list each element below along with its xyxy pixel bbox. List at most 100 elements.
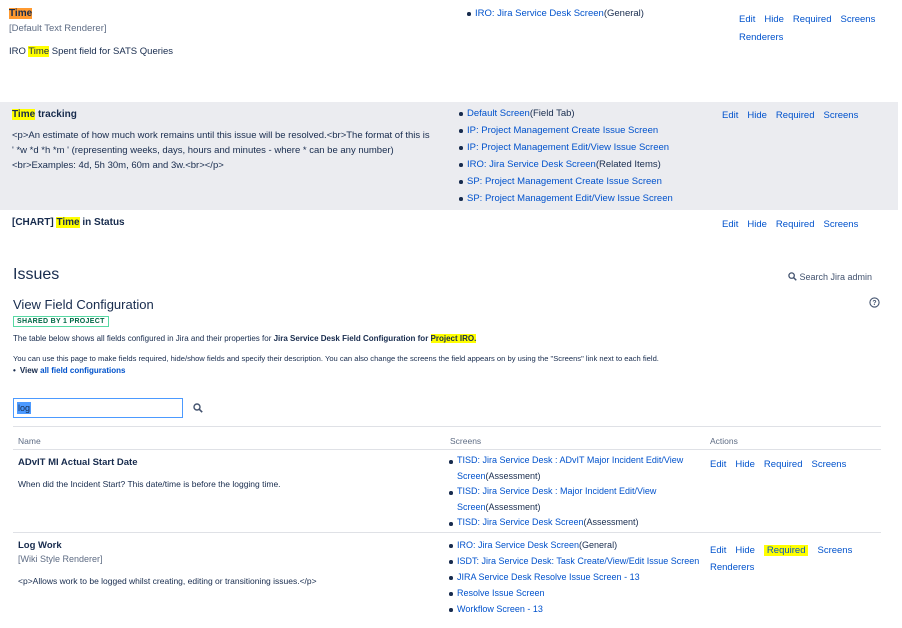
field-renderer: [Default Text Renderer] [9, 23, 107, 34]
screen-item: Default Screen(Field Tab) [458, 105, 673, 122]
search-highlight: Time [9, 8, 33, 19]
screen-item: TISD: Jira Service Desk : Major Incident… [448, 484, 683, 500]
help-icon[interactable]: ? [869, 297, 880, 311]
screen-link[interactable]: Workflow Screen - 13 [457, 604, 543, 614]
screens-link[interactable]: Screens [840, 14, 875, 25]
search-highlight: Project IRO. [430, 334, 477, 343]
screen-item-continued: Screen(Assessment) [457, 501, 541, 512]
screen-link[interactable]: IP: Project Management Edit/View Issue S… [467, 142, 669, 153]
config-help-text: You can use this page to make fields req… [13, 354, 659, 363]
screen-item: SP: Project Management Edit/View Issue S… [458, 190, 673, 207]
renderers-link[interactable]: Renderers [710, 562, 754, 573]
screen-link[interactable]: Screen [457, 502, 486, 512]
screens-link[interactable]: Screens [817, 545, 852, 556]
screen-item: TISD: Jira Service Desk : ADvIT Major In… [448, 453, 683, 469]
row-actions: Edit Hide Required Screens Renderers [739, 11, 899, 47]
field-row-time-in-status: [CHART] Time in Status Edit Hide Required S… [0, 212, 902, 242]
column-header-actions: Actions [710, 436, 738, 446]
svg-text:?: ? [872, 300, 876, 307]
search-admin-link[interactable]: Search Jira admin [788, 272, 872, 282]
edit-link[interactable]: Edit [722, 110, 738, 121]
search-icon[interactable] [193, 403, 203, 416]
row-actions: Edit Hide Required Screens [722, 219, 867, 230]
edit-link[interactable]: Edit [739, 14, 755, 25]
edit-link[interactable]: Edit [722, 219, 738, 230]
screen-link[interactable]: TISD: Jira Service Desk Screen [457, 517, 584, 527]
table-row: ADvIT MI Actual Start Date When did the … [13, 450, 881, 532]
search-highlight: Time [56, 217, 80, 228]
screens-link[interactable]: Screens [823, 110, 858, 121]
screens-list: Default Screen(Field Tab) IP: Project Ma… [458, 105, 673, 207]
screen-link[interactable]: IRO: Jira Service Desk Screen [467, 159, 596, 170]
renderers-link[interactable]: Renderers [739, 32, 783, 43]
screen-link[interactable]: SP: Project Management Edit/View Issue S… [467, 193, 673, 204]
screen-item: IRO: Jira Service Desk Screen(Related It… [458, 156, 673, 173]
screen-item: JIRA Service Desk Resolve Issue Screen -… [448, 569, 699, 585]
field-description: IRO Time Spent field for SATS Queries [9, 46, 174, 57]
row-actions: Edit Hide Required Screens Renderers [710, 542, 885, 576]
column-header-name: Name [18, 436, 41, 446]
row-actions: Edit Hide Required Screens [710, 459, 855, 470]
screens-list: IRO: Jira Service Desk Screen(General) [466, 5, 644, 22]
required-link[interactable]: Required [763, 545, 809, 556]
screens-list: IRO: Jira Service Desk Screen(General) I… [448, 537, 699, 617]
screens-link[interactable]: Screens [811, 459, 846, 470]
screen-link[interactable]: TISD: Jira Service Desk : ADvIT Major In… [457, 455, 683, 465]
all-field-configurations-link[interactable]: all field configurations [40, 366, 125, 375]
field-description: <p>An estimate of how much work remains … [12, 130, 430, 171]
screen-link[interactable]: IRO: Jira Service Desk Screen [457, 540, 579, 550]
field-name: Time tracking [12, 109, 77, 120]
field-name: ADvIT MI Actual Start Date [18, 457, 138, 468]
edit-link[interactable]: Edit [710, 545, 726, 556]
screen-link[interactable]: Resolve Issue Screen [457, 588, 545, 598]
field-filter-input[interactable]: log [13, 398, 183, 418]
screen-item: ISDT: Jira Service Desk: Task Create/Vie… [448, 553, 699, 569]
screen-item: SP: Project Management Create Issue Scre… [458, 173, 673, 190]
shared-badge[interactable]: SHARED BY 1 PROJECT [13, 315, 109, 327]
hide-link[interactable]: Hide [764, 14, 784, 25]
hide-link[interactable]: Hide [735, 459, 755, 470]
field-row-time: Time [Default Text Renderer] IRO Time Sp… [0, 0, 902, 100]
field-description: <p>Allows work to be logged whilst creat… [18, 576, 317, 586]
required-link[interactable]: Required [776, 219, 815, 230]
screen-item: TISD: Jira Service Desk Screen(Assessmen… [448, 515, 683, 531]
table-top-divider [13, 426, 881, 427]
screen-link[interactable]: IRO: Jira Service Desk Screen [475, 8, 604, 19]
screen-item: IP: Project Management Create Issue Scre… [458, 122, 673, 139]
hide-link[interactable]: Hide [747, 219, 767, 230]
view-all-configs: • View all field configurations [13, 366, 126, 375]
bullet: • [13, 366, 16, 375]
page-title: Issues [13, 266, 60, 283]
page-subtitle: View Field Configuration [13, 297, 154, 312]
hide-link[interactable]: Hide [735, 545, 755, 556]
screens-link[interactable]: Screens [823, 219, 858, 230]
screen-link[interactable]: ISDT: Jira Service Desk: Task Create/Vie… [457, 556, 699, 566]
screen-link[interactable]: Screen [457, 471, 486, 481]
screen-item: IRO: Jira Service Desk Screen(General) [448, 537, 699, 553]
search-highlight: Time [12, 109, 36, 120]
screen-link[interactable]: TISD: Jira Service Desk : Major Incident… [457, 486, 656, 496]
screen-link[interactable]: Default Screen [467, 108, 530, 119]
screen-link[interactable]: JIRA Service Desk Resolve Issue Screen -… [457, 572, 640, 582]
screen-link[interactable]: IP: Project Management Create Issue Scre… [467, 125, 658, 136]
required-link[interactable]: Required [764, 459, 803, 470]
field-name: [CHART] Time in Status [12, 217, 125, 228]
column-header-screens: Screens [450, 436, 482, 446]
search-icon [788, 272, 800, 282]
edit-link[interactable]: Edit [710, 459, 726, 470]
screen-item: IRO: Jira Service Desk Screen(General) [466, 5, 644, 22]
field-row-time-tracking: Time tracking <p>An estimate of how much… [0, 102, 898, 210]
hide-link[interactable]: Hide [747, 110, 767, 121]
screen-item-continued: Screen(Assessment) [457, 470, 541, 481]
required-link[interactable]: Required [776, 110, 815, 121]
field-name: Time [9, 8, 33, 19]
required-link[interactable]: Required [793, 14, 832, 25]
screens-list: TISD: Jira Service Desk : ADvIT Major In… [448, 453, 683, 531]
table-row: Log Work [Wiki Style Renderer] <p>Allows… [13, 533, 881, 628]
field-renderer: [Wiki Style Renderer] [18, 554, 103, 564]
screen-link[interactable]: SP: Project Management Create Issue Scre… [467, 176, 662, 187]
config-description: The table below shows all fields configu… [13, 334, 477, 343]
row-actions: Edit Hide Required Screens [722, 110, 867, 121]
screen-item: Workflow Screen - 13 [448, 601, 699, 617]
screen-item: Resolve Issue Screen [448, 585, 699, 601]
